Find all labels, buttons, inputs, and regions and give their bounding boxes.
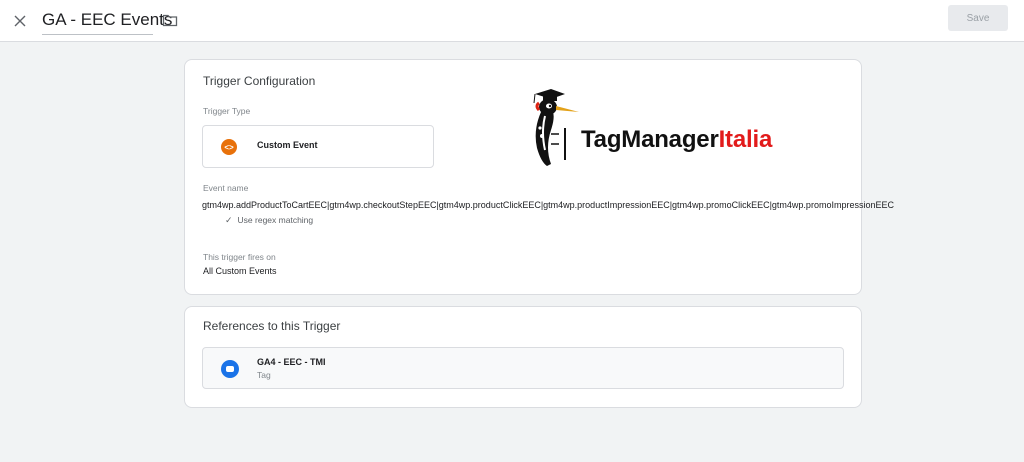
reference-name: GA4 - EEC - TMI	[257, 357, 326, 367]
close-icon[interactable]	[8, 9, 32, 33]
reference-item[interactable]: GA4 - EEC - TMI Tag	[202, 347, 844, 389]
save-button[interactable]: Save	[948, 5, 1008, 31]
section-title: References to this Trigger	[203, 319, 341, 333]
fires-on-value: All Custom Events	[203, 266, 277, 276]
regex-label: Use regex matching	[237, 215, 314, 225]
tag-icon	[221, 360, 239, 378]
custom-event-icon: <>	[221, 139, 237, 155]
trigger-configuration-card: Trigger Configuration Trigger Type <> Cu…	[184, 59, 894, 295]
check-icon: ✓	[225, 215, 233, 225]
references-card: References to this Trigger GA4 - EEC - T…	[184, 306, 862, 408]
tagmanageritalia-logo: TagManagerItalia	[521, 88, 825, 168]
tagmanageritalia-wordmark: TagManagerItalia	[581, 126, 773, 153]
top-bar: GA - EEC Events Save	[0, 0, 1024, 42]
trigger-type-selector[interactable]: <> Custom Event	[202, 125, 434, 168]
trigger-type-name: Custom Event	[257, 140, 318, 150]
page-title[interactable]: GA - EEC Events	[42, 10, 172, 35]
folder-icon[interactable]	[160, 10, 180, 30]
regex-matching-indicator: ✓ Use regex matching	[225, 215, 313, 226]
event-name-value[interactable]: gtm4wp.addProductToCartEEC|gtm4wp.checko…	[202, 200, 894, 210]
trigger-type-label: Trigger Type	[203, 106, 251, 116]
event-name-label: Event name	[203, 183, 249, 193]
section-title: Trigger Configuration	[203, 74, 316, 88]
woodpecker-icon	[533, 89, 579, 166]
fires-on-label: This trigger fires on	[203, 252, 276, 262]
reference-type: Tag	[257, 370, 271, 380]
